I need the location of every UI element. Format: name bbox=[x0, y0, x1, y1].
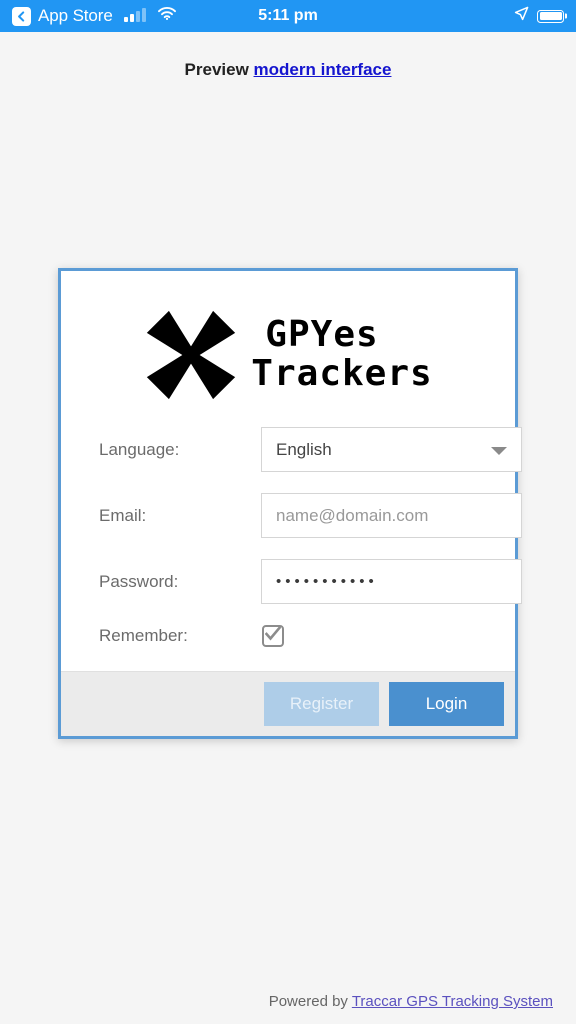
login-card-body: GPYes Trackers Language: English Email: … bbox=[61, 271, 522, 647]
brand-logo: GPYes Trackers bbox=[81, 289, 495, 427]
password-label: Password: bbox=[99, 571, 179, 591]
traccar-link[interactable]: Traccar GPS Tracking System bbox=[352, 993, 553, 1010]
remember-control bbox=[261, 625, 495, 647]
preview-banner-prefix: Preview bbox=[184, 60, 249, 79]
page-footer-prefix: Powered by bbox=[268, 993, 348, 1010]
chevron-down-icon[interactable] bbox=[491, 446, 507, 455]
status-bar-left-group[interactable]: App Store bbox=[12, 6, 176, 26]
email-input[interactable]: name@domain.com bbox=[261, 493, 522, 538]
email-control: name@domain.com bbox=[261, 493, 522, 538]
password-row: Password: ••••••••••• bbox=[81, 559, 522, 604]
password-control: ••••••••••• bbox=[261, 559, 522, 604]
language-select[interactable]: English bbox=[261, 427, 522, 472]
login-card: GPYes Trackers Language: English Email: … bbox=[58, 268, 522, 739]
wifi-icon bbox=[157, 7, 176, 25]
location-arrow-icon bbox=[514, 6, 529, 26]
page-footer: Powered by Traccar GPS Tracking System bbox=[269, 993, 553, 1010]
language-select-value: English bbox=[276, 439, 332, 459]
remember-row: Remember: bbox=[81, 625, 495, 647]
modern-interface-link[interactable]: modern interface bbox=[254, 60, 392, 79]
remember-checkbox[interactable] bbox=[262, 625, 284, 647]
password-input-value: ••••••••••• bbox=[276, 573, 378, 590]
preview-banner: Preview modern interface bbox=[0, 32, 576, 80]
checkmark-icon bbox=[264, 625, 282, 646]
login-card-footer: Register Login bbox=[61, 671, 515, 736]
language-control: English bbox=[261, 427, 522, 472]
email-label: Email: bbox=[99, 505, 147, 525]
remember-label: Remember: bbox=[99, 626, 188, 645]
gpyes-x-logo-icon bbox=[147, 310, 236, 400]
chevron-left-icon[interactable] bbox=[12, 6, 31, 26]
battery-full-icon bbox=[537, 9, 564, 23]
ios-status-bar: App Store 5:11 pm bbox=[0, 0, 576, 32]
language-row: Language: English bbox=[81, 427, 522, 472]
status-bar-right-group bbox=[514, 6, 564, 26]
password-input[interactable]: ••••••••••• bbox=[261, 559, 522, 604]
email-row: Email: name@domain.com bbox=[81, 493, 522, 538]
email-input-placeholder: name@domain.com bbox=[276, 505, 429, 525]
brand-logo-line1: GPYes bbox=[265, 314, 379, 356]
login-button[interactable]: Login bbox=[389, 682, 504, 726]
language-label: Language: bbox=[99, 439, 180, 459]
brand-logo-text: GPYes Trackers bbox=[251, 314, 433, 394]
cellular-signal-icon bbox=[123, 8, 146, 22]
register-button[interactable]: Register bbox=[264, 682, 379, 726]
brand-logo-line2: Trackers bbox=[251, 353, 433, 394]
status-bar-app-name[interactable]: App Store bbox=[38, 6, 113, 26]
